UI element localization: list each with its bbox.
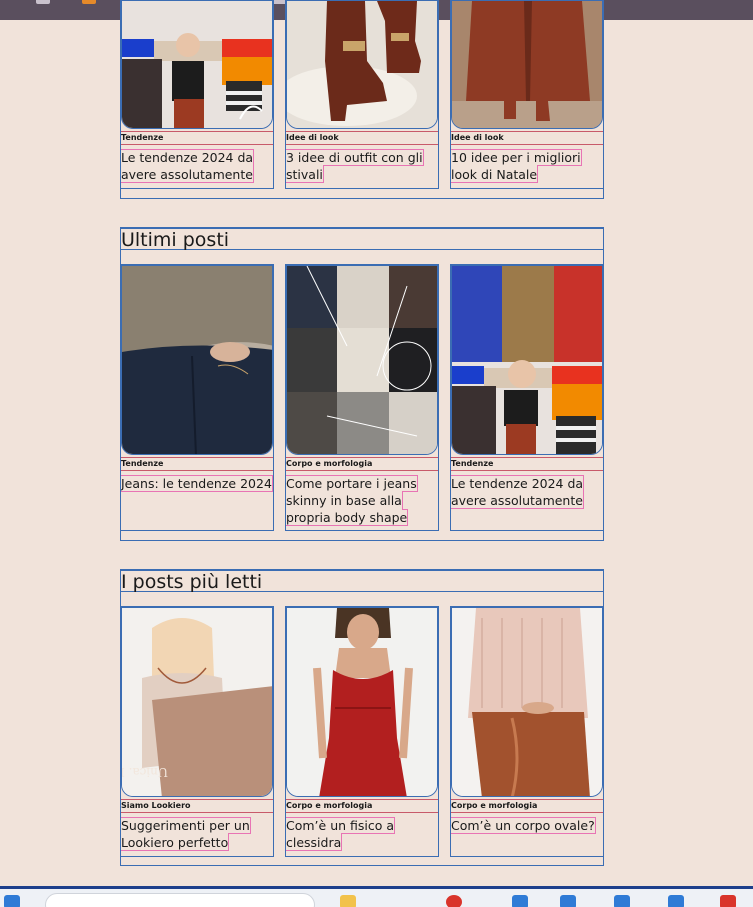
app-icon[interactable] <box>512 895 528 907</box>
article-title[interactable]: Com’è un corpo ovale? <box>450 817 603 834</box>
article-title[interactable]: Come portare i jeans skinny in base alla… <box>285 475 438 526</box>
collage-image <box>452 266 602 454</box>
bookmark-icon[interactable] <box>36 0 50 4</box>
article-category[interactable]: Corpo e morfologia <box>286 799 438 813</box>
article-title[interactable]: Le tendenze 2024 da avere assolutamente <box>119 149 273 183</box>
article-thumbnail[interactable] <box>451 0 603 129</box>
article-card[interactable]: Idee di look 3 idee di outfit con gli st… <box>285 0 439 189</box>
collage-image <box>122 1 272 128</box>
article-card[interactable]: Tendenze Le tendenze 2024 da avere assol… <box>119 0 274 189</box>
chrome-icon[interactable] <box>446 895 462 907</box>
article-thumbnail[interactable] <box>121 265 273 455</box>
article-card[interactable]: Corpo e morfologia Com’è un corpo ovale? <box>450 606 604 857</box>
street-style-image <box>287 266 437 454</box>
file-explorer-icon[interactable] <box>340 895 356 907</box>
box-text: Unica. Bold. Originale. Brillante. Fra <box>122 765 168 779</box>
bookmark-icon[interactable] <box>82 0 96 4</box>
article-thumbnail[interactable] <box>451 607 603 797</box>
article-category[interactable]: Corpo e morfologia <box>286 457 438 471</box>
top-card-row: Tendenze Le tendenze 2024 da avere assol… <box>119 0 604 189</box>
lookiero-box-image: Unica. Bold. Originale. Brillante. Fra <box>122 608 272 796</box>
app-icon[interactable] <box>668 895 684 907</box>
article-title[interactable]: Le tendenze 2024 da avere assolutamente <box>449 475 603 509</box>
red-dress-image <box>287 608 437 796</box>
article-thumbnail[interactable] <box>286 0 438 129</box>
jeans-image <box>122 266 272 454</box>
latest-card-row: Tendenze Jeans: le tendenze 2024 Corpo e… <box>120 264 604 531</box>
article-thumbnail[interactable] <box>286 265 438 455</box>
knit-sweater-image <box>452 608 602 796</box>
article-title[interactable]: 3 idee di outfit con gli stivali <box>285 149 438 183</box>
article-card[interactable]: Tendenze Le tendenze 2024 da avere assol… <box>449 264 604 531</box>
taskbar-search-input[interactable] <box>45 893 315 907</box>
article-thumbnail[interactable] <box>121 0 273 129</box>
windows-start-icon[interactable] <box>4 895 20 907</box>
article-card[interactable]: Tendenze Jeans: le tendenze 2024 <box>120 264 274 531</box>
coat-image <box>452 1 602 128</box>
article-card[interactable]: Corpo e morfologia Com’è un fisico a cle… <box>284 606 439 857</box>
most-read-card-row: Unica. Bold. Originale. Brillante. Fra S… <box>120 606 604 857</box>
article-thumbnail[interactable]: Unica. Bold. Originale. Brillante. Fra <box>121 607 273 797</box>
article-card[interactable]: Unica. Bold. Originale. Brillante. Fra S… <box>120 606 274 857</box>
article-category[interactable]: Corpo e morfologia <box>451 799 603 813</box>
article-card[interactable]: Idee di look 10 idee per i migliori look… <box>450 0 604 189</box>
app-icon[interactable] <box>614 895 630 907</box>
article-thumbnail[interactable] <box>286 607 438 797</box>
article-thumbnail[interactable] <box>451 265 603 455</box>
article-title[interactable]: 10 idee per i migliori look di Natale <box>450 149 603 183</box>
article-title[interactable]: Com’è un fisico a clessidra <box>284 817 438 851</box>
app-icon[interactable] <box>560 895 576 907</box>
article-title[interactable]: Suggerimenti per un Lookiero perfetto <box>120 817 273 851</box>
article-category[interactable]: Idee di look <box>286 131 438 145</box>
boots-image <box>287 1 437 128</box>
article-category[interactable]: Tendenze <box>451 457 603 471</box>
section-heading: I posts più letti <box>121 570 603 593</box>
article-category[interactable]: Tendenze <box>121 131 273 145</box>
article-category[interactable]: Idee di look <box>451 131 603 145</box>
app-icon[interactable] <box>720 895 736 907</box>
taskbar <box>0 886 753 907</box>
article-category[interactable]: Siamo Lookiero <box>121 799 273 813</box>
article-title[interactable]: Jeans: le tendenze 2024 <box>120 475 273 492</box>
section-heading: Ultimi posti <box>121 228 603 251</box>
article-category[interactable]: Tendenze <box>121 457 273 471</box>
article-card[interactable]: Corpo e morfologia Come portare i jeans … <box>285 264 439 531</box>
